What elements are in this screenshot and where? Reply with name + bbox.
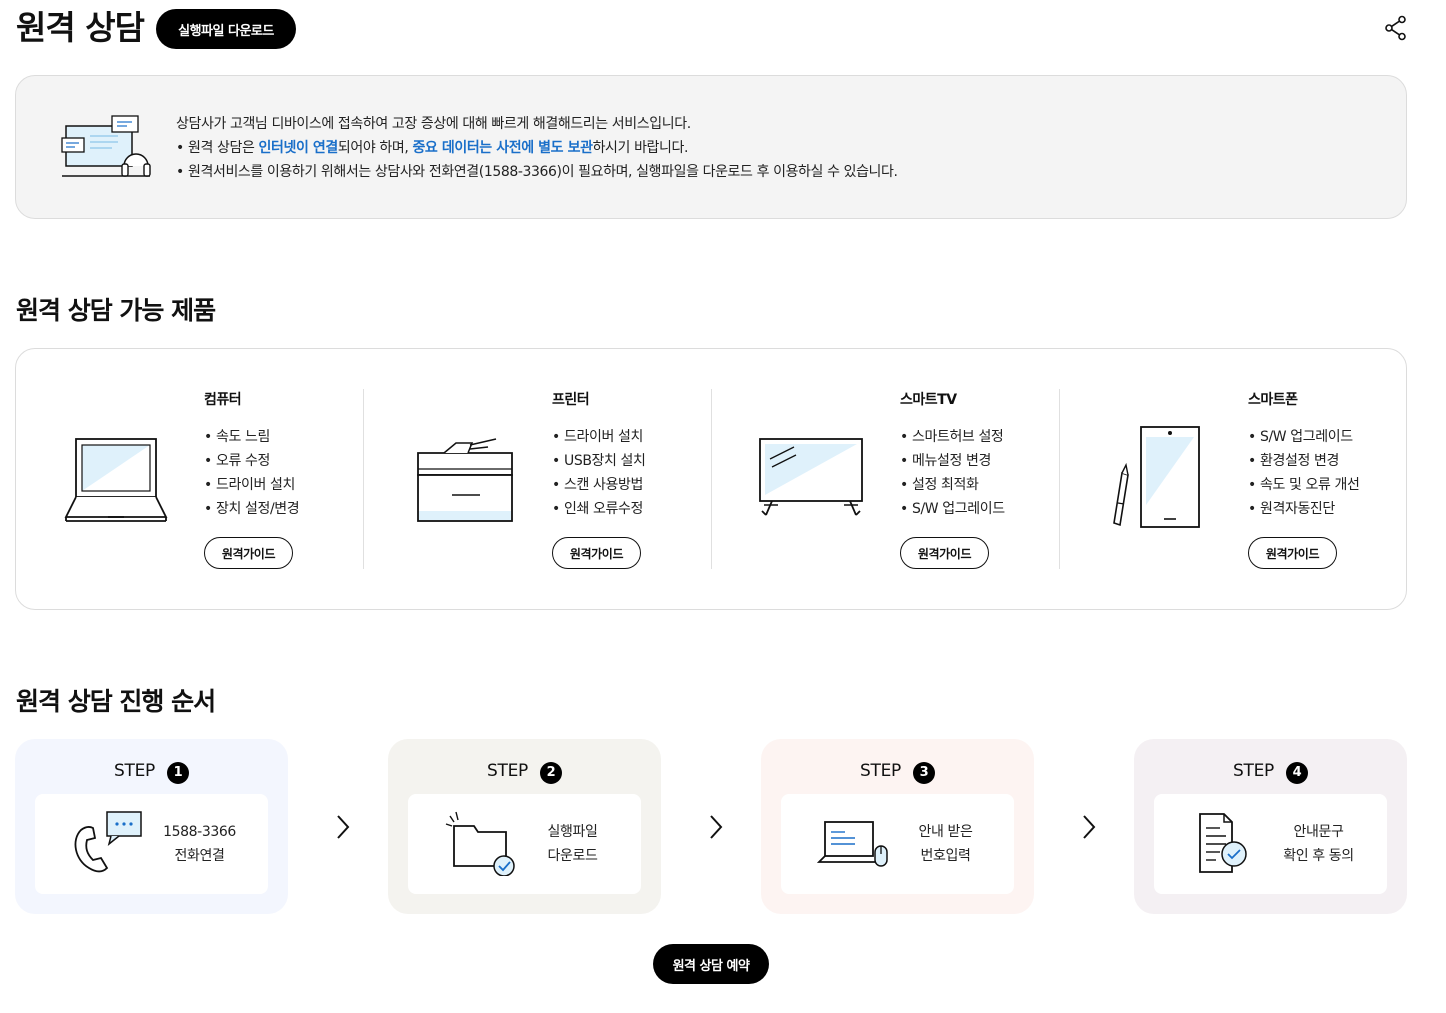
internet-highlight: 인터넷이 연결	[258, 140, 339, 156]
step-heading: STEP 2	[388, 760, 661, 784]
steps-section-title: 원격 상담 진행 순서	[16, 687, 216, 716]
list-item: 설정 최적화	[900, 473, 1005, 497]
list-item: 스마트허브 설정	[900, 425, 1005, 449]
laptop-icon	[64, 438, 168, 522]
intro-line-2: 원격 상담은 인터넷이 연결되어야 하며, 중요 데이터는 사전에 별도 보관하…	[176, 136, 898, 160]
step-text: 실행파일 다운로드	[547, 824, 598, 864]
intro-text: 상담사가 고객님 디바이스에 접속하여 고장 증상에 대해 빠르게 해결해드리는…	[176, 112, 898, 184]
product-name: 스마트폰	[1248, 392, 1298, 408]
step-number: 2	[539, 762, 562, 784]
intro-box: 상담사가 고객님 디바이스에 접속하여 고장 증상에 대해 빠르게 해결해드리는…	[15, 75, 1407, 219]
page-title: 원격 상담	[16, 8, 145, 47]
step-card: 실행파일 다운로드	[408, 794, 641, 894]
chevron-right-icon	[1083, 815, 1096, 839]
computer-guide-button[interactable]: 원격가이드	[204, 537, 293, 569]
tv-icon	[759, 438, 863, 516]
products-section-title: 원격 상담 가능 제품	[16, 296, 216, 325]
product-computer: 컴퓨터 속도 느림 오류 수정 드라이버 설치 장치 설정/변경 원격가이드	[16, 389, 364, 569]
product-name: 프린터	[552, 392, 590, 408]
product-smartphone: 스마트폰 S/W 업그레이드 환경설정 변경 속도 및 오류 개선 원격자동진단…	[1060, 389, 1408, 569]
step-card: 안내문구 확인 후 동의	[1154, 794, 1387, 894]
reserve-button[interactable]: 원격 상담 예약	[653, 944, 769, 984]
printer-guide-button[interactable]: 원격가이드	[552, 537, 641, 569]
product-feature-list: 드라이버 설치 USB장치 설치 스캔 사용방법 인쇄 오류수정	[552, 425, 646, 521]
product-printer: 프린터 드라이버 설치 USB장치 설치 스캔 사용방법 인쇄 오류수정 원격가…	[364, 389, 712, 569]
list-item: 환경설정 변경	[1248, 449, 1360, 473]
step-text: 안내 받은 번호입력	[918, 824, 973, 864]
list-item: 원격자동진단	[1248, 497, 1360, 521]
step-text: 안내문구 확인 후 동의	[1283, 824, 1354, 864]
step-2: STEP 2 실행파일 다운로드	[388, 739, 661, 914]
smartphone-icon	[1113, 426, 1200, 528]
step-1: STEP 1 1588-3366 전화연결	[15, 739, 288, 914]
intro-line-1: 상담사가 고객님 디바이스에 접속하여 고장 증상에 대해 빠르게 해결해드리는…	[176, 116, 691, 132]
list-item: S/W 업그레이드	[1248, 425, 1360, 449]
step-card: 안내 받은 번호입력	[781, 794, 1014, 894]
step-number: 1	[166, 762, 189, 784]
intro-line-3: 원격서비스를 이용하기 위해서는 상담사와 전화연결(1588-3366)이 필…	[176, 160, 898, 184]
product-name: 컴퓨터	[204, 392, 242, 408]
download-button[interactable]: 실행파일 다운로드	[156, 9, 296, 49]
list-item: 드라이버 설치	[204, 473, 299, 497]
step-number: 4	[1285, 762, 1308, 784]
document-check-icon	[1199, 813, 1247, 873]
list-item: 장치 설정/변경	[204, 497, 300, 521]
step-text: 1588-3366 전화연결	[163, 824, 236, 864]
chevron-right-icon	[710, 815, 723, 839]
backup-highlight: 중요 데이터는 사전에 별도 보관	[412, 140, 593, 156]
list-item: 스캔 사용방법	[552, 473, 646, 497]
list-item: 오류 수정	[204, 449, 299, 473]
list-item: S/W 업그레이드	[900, 497, 1005, 521]
list-item: 속도 및 오류 개선	[1248, 473, 1360, 497]
step-3: STEP 3 안내 받은 번호입력	[761, 739, 1034, 914]
step-heading: STEP 1	[15, 760, 288, 784]
step-number: 3	[912, 762, 935, 784]
laptop-mouse-icon	[817, 821, 888, 867]
list-item: 인쇄 오류수정	[552, 497, 646, 521]
folder-check-icon	[445, 811, 515, 876]
printer-icon	[417, 438, 513, 522]
step-4: STEP 4 안내문구 확인 후 동의	[1134, 739, 1407, 914]
list-item: USB장치 설치	[552, 449, 646, 473]
step-card: 1588-3366 전화연결	[35, 794, 268, 894]
smartphone-guide-button[interactable]: 원격가이드	[1248, 537, 1337, 569]
list-item: 메뉴설정 변경	[900, 449, 1005, 473]
page-header: 원격 상담 실행파일 다운로드	[16, 8, 1416, 52]
list-item: 드라이버 설치	[552, 425, 646, 449]
step-heading: STEP 4	[1134, 760, 1407, 784]
product-name: 스마트TV	[900, 392, 957, 408]
phone-chat-icon	[74, 811, 142, 873]
step-heading: STEP 3	[761, 760, 1034, 784]
product-smart-tv: 스마트TV 스마트허브 설정 메뉴설정 변경 설정 최적화 S/W 업그레이드 …	[712, 389, 1060, 569]
product-feature-list: 스마트허브 설정 메뉴설정 변경 설정 최적화 S/W 업그레이드	[900, 425, 1005, 521]
product-feature-list: 속도 느림 오류 수정 드라이버 설치 장치 설정/변경	[204, 425, 300, 521]
smart-tv-guide-button[interactable]: 원격가이드	[900, 537, 989, 569]
products-panel: 컴퓨터 속도 느림 오류 수정 드라이버 설치 장치 설정/변경 원격가이드 프…	[15, 348, 1407, 610]
product-feature-list: S/W 업그레이드 환경설정 변경 속도 및 오류 개선 원격자동진단	[1248, 425, 1360, 521]
list-item: 속도 느림	[204, 425, 299, 449]
remote-support-icon	[61, 115, 151, 177]
share-icon[interactable]	[1384, 15, 1408, 41]
chevron-right-icon	[337, 815, 350, 839]
